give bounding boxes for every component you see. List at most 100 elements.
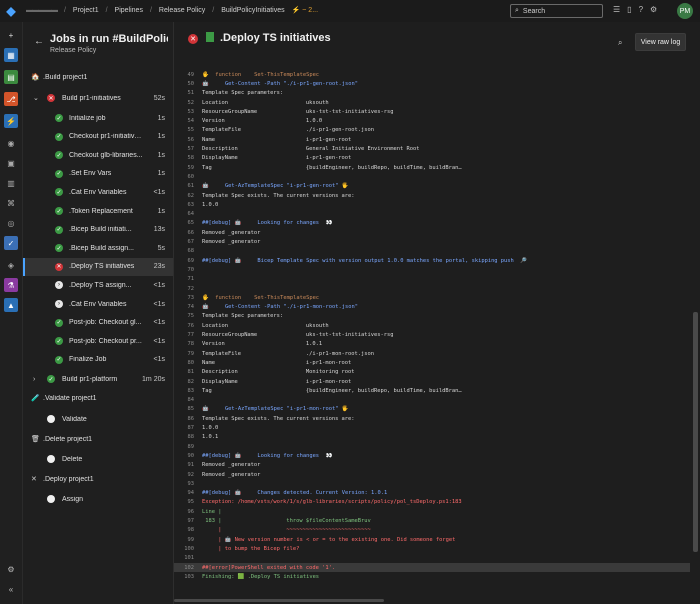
step-row[interactable]: ✓ Checkout pr1-initiatives... 1s (23, 128, 173, 146)
repos-icon[interactable]: ⎇ (4, 92, 18, 106)
breadcrumb-project[interactable]: Project1 (73, 7, 99, 14)
line-number[interactable]: 53 (174, 109, 195, 115)
line-number[interactable]: 62 (174, 193, 195, 199)
line-number[interactable]: 95 (174, 499, 195, 505)
line-number[interactable]: 73 (174, 295, 195, 301)
pipelines-icon[interactable]: ⚡ (4, 114, 18, 128)
line-number[interactable]: 56 (174, 137, 195, 143)
line-number[interactable]: 77 (174, 332, 195, 338)
step-row[interactable]: ✓ Post-job: Checkout gl... <1s (23, 314, 173, 332)
stage-validate[interactable]: 🧪 .Validate project1 (23, 389, 173, 407)
step-row[interactable]: ✓ .Token Replacement 1s (23, 202, 173, 220)
extensions-icon[interactable]: ⚗ (4, 278, 18, 292)
step-row[interactable]: ✓ .Bicep Build initiati... 13s (23, 221, 173, 239)
wiki-icon[interactable]: ▲ (4, 298, 18, 312)
chevron-right-icon[interactable]: › (33, 376, 35, 383)
line-number[interactable]: 93 (174, 481, 195, 487)
artifacts-icon[interactable]: ◈ (4, 258, 18, 272)
line-number[interactable]: 90 (174, 453, 195, 459)
line-number[interactable]: 86 (174, 416, 195, 422)
releases-icon[interactable]: ▣ (4, 156, 18, 170)
search-box[interactable]: ⌕ Search (510, 4, 603, 18)
line-number[interactable]: 60 (174, 174, 195, 180)
line-number[interactable]: 85 (174, 406, 195, 412)
view-raw-log-button[interactable]: View raw log (635, 33, 686, 51)
user-settings-icon[interactable]: ⚙ (650, 5, 657, 14)
step-row[interactable]: ✓ .Bicep Build assign... 5s (23, 239, 173, 257)
line-number[interactable]: 94 (174, 490, 195, 496)
avatar[interactable]: PM (677, 3, 693, 19)
line-number[interactable]: 84 (174, 397, 195, 403)
azure-devops-logo-icon[interactable]: ◆ (3, 3, 19, 19)
plus-icon[interactable]: + (4, 28, 18, 42)
environments-icon[interactable]: ◉ (4, 136, 18, 150)
line-number[interactable]: 50 (174, 81, 195, 87)
line-number[interactable]: 87 (174, 425, 195, 431)
line-number[interactable]: 74 (174, 304, 195, 310)
list-icon[interactable]: ☰ (613, 5, 620, 14)
search-input[interactable]: Search (523, 8, 545, 15)
vertical-scrollbar[interactable] (693, 312, 698, 552)
breadcrumb-org[interactable]: ▬▬▬ ▬▬ (26, 7, 58, 14)
settings-gear-icon[interactable]: ⚙ (4, 562, 18, 576)
line-number[interactable]: 89 (174, 444, 195, 450)
library-icon[interactable]: ▥ (4, 176, 18, 190)
step-row[interactable]: ✓ .Cat Env Variables <1s (23, 183, 173, 201)
line-number[interactable]: 61 (174, 183, 195, 189)
chevron-down-icon[interactable]: ⌄ (33, 94, 39, 102)
line-number[interactable]: 72 (174, 286, 195, 292)
line-number[interactable]: 98 (174, 527, 195, 533)
breadcrumb-build[interactable]: BuildPolicyInitiatives (221, 7, 284, 14)
line-number[interactable]: 88 (174, 434, 195, 440)
collapse-icon[interactable]: « (4, 582, 18, 596)
line-number[interactable]: 67 (174, 239, 195, 245)
line-number[interactable]: 58 (174, 155, 195, 161)
stage-delete[interactable]: 🗑 .Delete project1 (23, 430, 173, 448)
line-number[interactable]: 75 (174, 313, 195, 319)
stage-deploy[interactable]: ✕ .Deploy project1 (23, 470, 173, 488)
deployment-groups-icon[interactable]: ◎ (4, 216, 18, 230)
line-number[interactable]: 81 (174, 369, 195, 375)
line-number[interactable]: 57 (174, 146, 195, 152)
step-row[interactable]: ✓ Post-job: Checkout pr... <1s (23, 332, 173, 350)
line-number[interactable]: 51 (174, 90, 195, 96)
line-number[interactable]: 76 (174, 323, 195, 329)
line-number[interactable]: 100 (174, 546, 194, 552)
task-groups-icon[interactable]: ⌘ (4, 196, 18, 210)
line-number[interactable]: 97 (174, 518, 195, 524)
line-number[interactable]: 69 (174, 258, 195, 264)
line-number[interactable]: 65 (174, 220, 195, 226)
line-number[interactable]: 70 (174, 267, 195, 273)
step-row[interactable]: ✓ Initialize job 1s (23, 109, 173, 127)
line-number[interactable]: 80 (174, 360, 195, 366)
line-number[interactable]: 99 (174, 537, 195, 543)
step-row[interactable]: ✓ Finalize Job <1s (23, 351, 173, 369)
line-number[interactable]: 66 (174, 230, 195, 236)
job-build-pr1-platform[interactable]: › ✓ Build pr1-platform 1m 20s (23, 370, 173, 388)
line-number[interactable]: 63 (174, 202, 195, 208)
line-number[interactable]: 49 (174, 72, 195, 78)
breadcrumb-pipelines[interactable]: Pipelines (115, 7, 143, 14)
line-number[interactable]: 82 (174, 379, 195, 385)
line-number[interactable]: 59 (174, 165, 195, 171)
job-build-pr1-initiatives[interactable]: ⌄ ✕ Build pr1-initiatives 52s (23, 89, 173, 107)
stage-build[interactable]: 🏠 .Build project1 (23, 68, 173, 86)
line-number[interactable]: 68 (174, 248, 195, 254)
test-plans-icon[interactable]: ✓ (4, 236, 18, 250)
back-arrow-icon[interactable]: ← (34, 36, 44, 47)
line-number[interactable]: 102 (174, 565, 194, 571)
overview-icon[interactable]: ▦ (4, 48, 18, 62)
job-assign[interactable]: Assign (23, 490, 173, 508)
job-delete[interactable]: Delete (23, 450, 173, 468)
step-row[interactable]: ✓ .Set Env Vars 1s (23, 165, 173, 183)
job-validate[interactable]: Validate (23, 410, 173, 428)
breadcrumb-run[interactable]: ⚡ ~ 2... (292, 6, 318, 14)
line-number[interactable]: 96 (174, 509, 195, 515)
step-row[interactable]: › .Cat Env Variables <1s (23, 295, 173, 313)
boards-icon[interactable]: ▤ (4, 70, 18, 84)
line-number[interactable]: 83 (174, 388, 195, 394)
horizontal-scrollbar[interactable] (174, 599, 384, 602)
search-icon[interactable]: ⌕ (618, 38, 622, 48)
breadcrumb-release-policy[interactable]: Release Policy (159, 7, 205, 14)
clipboard-icon[interactable]: ▯ (627, 5, 631, 14)
